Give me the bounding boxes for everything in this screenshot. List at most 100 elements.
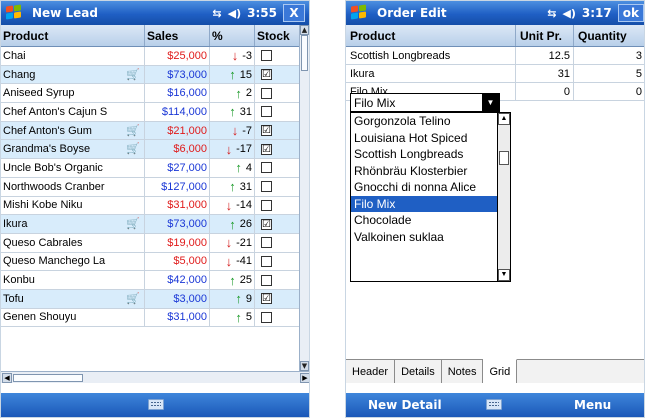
dropdown-scrollbar[interactable]: ▲ ▼: [497, 113, 510, 281]
percent-cell[interactable]: ↓ -7: [210, 121, 255, 140]
keyboard-icon[interactable]: [148, 399, 164, 410]
clock[interactable]: 3:17: [582, 6, 612, 20]
stock-checkbox[interactable]: [261, 255, 272, 267]
windows-logo-icon[interactable]: [349, 4, 371, 22]
unit-price-cell[interactable]: 12.5: [516, 47, 574, 64]
clock[interactable]: 3:55: [247, 6, 277, 20]
sales-cell[interactable]: $19,000: [145, 233, 210, 252]
sales-cell[interactable]: $5,000: [145, 252, 210, 271]
table-row[interactable]: Queso Cabrales $19,000 ↓ -21: [1, 233, 301, 253]
stock-checkbox[interactable]: [261, 106, 272, 118]
table-row[interactable]: Northwoods Cranber $127,000 ↑ 31: [1, 177, 301, 197]
tab-header[interactable]: Header: [346, 360, 396, 383]
stock-checkbox[interactable]: ☑: [261, 218, 272, 230]
speaker-icon[interactable]: ◀): [228, 7, 242, 20]
sales-cell[interactable]: $25,000: [145, 47, 210, 65]
dropdown-option[interactable]: Valkoinen suklaa: [351, 229, 497, 246]
sales-cell[interactable]: $73,000: [145, 65, 210, 84]
sales-cell[interactable]: $21,000: [145, 121, 210, 140]
dropdown-option[interactable]: Gnocchi di nonna Alice: [351, 179, 497, 196]
column-header-quantity[interactable]: Quantity: [574, 25, 644, 46]
quantity-cell[interactable]: 0: [574, 83, 644, 100]
scroll-left-arrow-icon[interactable]: ◀: [2, 373, 12, 383]
percent-cell[interactable]: ↑ 31: [210, 103, 255, 121]
product-cell[interactable]: Genen Shouyu: [1, 308, 145, 327]
percent-cell[interactable]: ↓ -14: [210, 196, 255, 215]
product-cell[interactable]: Chang 🛒: [1, 65, 145, 84]
speaker-icon[interactable]: ◀): [562, 7, 576, 20]
connectivity-icon[interactable]: ⇆: [547, 7, 556, 20]
stock-checkbox[interactable]: [261, 181, 272, 193]
percent-cell[interactable]: ↓ -21: [210, 233, 255, 252]
sales-cell[interactable]: $31,000: [145, 196, 210, 215]
column-header-product[interactable]: Product: [1, 25, 145, 46]
keyboard-icon[interactable]: [486, 399, 502, 410]
sales-cell[interactable]: $27,000: [145, 159, 210, 177]
percent-cell[interactable]: ↑ 9: [210, 289, 255, 308]
tab-grid[interactable]: Grid: [483, 359, 518, 383]
unit-price-cell[interactable]: 31: [516, 65, 574, 82]
table-row[interactable]: Genen Shouyu $31,000 ↑ 5: [1, 308, 301, 328]
percent-cell[interactable]: ↑ 15: [210, 65, 255, 84]
table-row[interactable]: Tofu 🛒 $3,000 ↑ 9 ☑: [1, 289, 301, 309]
stock-checkbox[interactable]: ☑: [261, 143, 272, 155]
tab-notes[interactable]: Notes: [441, 360, 484, 383]
stock-checkbox[interactable]: [261, 274, 272, 286]
product-cell[interactable]: Tofu 🛒: [1, 289, 145, 308]
dropdown-option[interactable]: Filo Mix: [351, 195, 497, 212]
table-row[interactable]: Grandma's Boyse 🛒 $6,000 ↓ -17 ☑: [1, 140, 301, 160]
quantity-cell[interactable]: 5: [574, 65, 644, 82]
product-cell[interactable]: Mishi Kobe Niku: [1, 196, 145, 215]
stock-checkbox[interactable]: [261, 311, 272, 323]
product-cell[interactable]: Chef Anton's Cajun S: [1, 103, 145, 121]
cart-icon[interactable]: 🛒: [126, 217, 140, 230]
percent-cell[interactable]: ↑ 4: [210, 159, 255, 177]
sales-cell[interactable]: $6,000: [145, 140, 210, 159]
percent-cell[interactable]: ↑ 25: [210, 271, 255, 289]
menu-softkey[interactable]: Menu: [574, 398, 611, 412]
product-cell[interactable]: Chai: [1, 47, 145, 65]
cart-icon[interactable]: 🛒: [126, 292, 140, 305]
stock-checkbox[interactable]: [261, 199, 272, 211]
product-cell[interactable]: Konbu: [1, 271, 145, 289]
windows-logo-icon[interactable]: [4, 4, 26, 22]
percent-cell[interactable]: ↑ 26: [210, 215, 255, 233]
sales-cell[interactable]: $31,000: [145, 308, 210, 327]
table-row[interactable]: Konbu $42,000 ↑ 25: [1, 271, 301, 290]
sales-cell[interactable]: $3,000: [145, 289, 210, 308]
column-header-product[interactable]: Product: [346, 25, 516, 46]
dropdown-option[interactable]: Scottish Longbreads: [351, 146, 497, 163]
table-row[interactable]: Chai $25,000 ↓ -3: [1, 47, 301, 66]
column-header-sales[interactable]: Sales: [145, 25, 210, 46]
table-row[interactable]: Mishi Kobe Niku $31,000 ↓ -14: [1, 196, 301, 216]
stock-checkbox[interactable]: [261, 87, 272, 99]
column-header-percent[interactable]: %: [210, 25, 255, 46]
horizontal-scrollbar[interactable]: ◀ ▶: [1, 371, 309, 383]
quantity-cell[interactable]: 3: [574, 47, 644, 64]
table-row[interactable]: Queso Manchego La $5,000 ↓ -41: [1, 252, 301, 272]
column-header-unit-price[interactable]: Unit Pr.: [516, 25, 574, 46]
table-row[interactable]: Scottish Longbreads 12.5 3: [346, 47, 644, 65]
stock-checkbox[interactable]: ☑: [261, 69, 272, 81]
dropdown-option[interactable]: Gorgonzola Telino: [351, 113, 497, 130]
cart-icon[interactable]: 🛒: [126, 142, 140, 155]
table-row[interactable]: Chef Anton's Cajun S $114,000 ↑ 31: [1, 103, 301, 122]
scroll-up-arrow-icon[interactable]: ▲: [300, 25, 309, 35]
chevron-down-icon[interactable]: ▼: [482, 94, 499, 111]
product-cell[interactable]: Northwoods Cranber: [1, 177, 145, 196]
stock-checkbox[interactable]: ☑: [261, 293, 272, 305]
scroll-down-arrow-icon[interactable]: ▼: [300, 361, 309, 371]
stock-checkbox[interactable]: [261, 50, 272, 62]
connectivity-icon[interactable]: ⇆: [212, 7, 221, 20]
dropdown-scroll-thumb[interactable]: [499, 151, 509, 165]
dropdown-option[interactable]: Chocolade: [351, 212, 497, 229]
sales-cell[interactable]: $73,000: [145, 215, 210, 233]
sales-cell[interactable]: $42,000: [145, 271, 210, 289]
product-cell[interactable]: Aniseed Syrup: [1, 84, 145, 103]
scroll-down-arrow-icon[interactable]: ▼: [498, 269, 510, 281]
table-row[interactable]: Ikura 31 5: [346, 65, 644, 83]
column-header-stock[interactable]: Stock: [255, 25, 301, 46]
dropdown-option[interactable]: Louisiana Hot Spiced: [351, 130, 497, 147]
close-icon[interactable]: X: [283, 4, 305, 22]
dropdown-option[interactable]: Rhönbräu Klosterbier: [351, 163, 497, 180]
